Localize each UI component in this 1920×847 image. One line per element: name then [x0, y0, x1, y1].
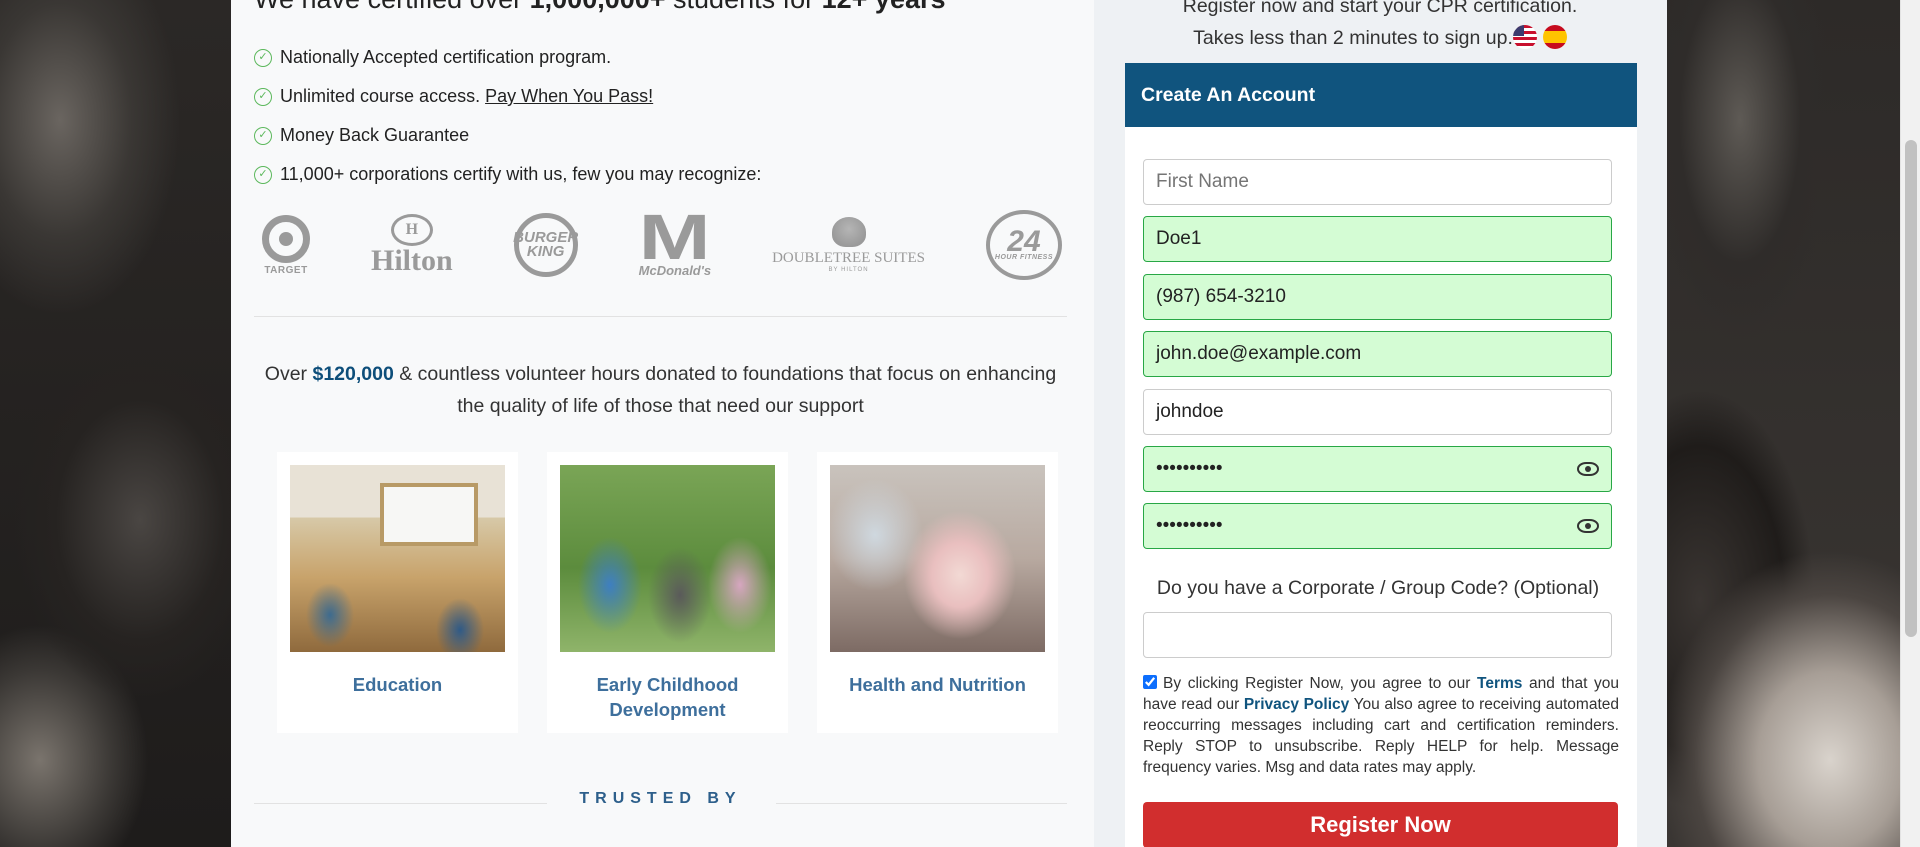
pay-when-you-pass-link[interactable]: Pay When You Pass! — [485, 86, 653, 107]
donation-statement: Over $120,000 & countless volunteer hour… — [264, 363, 1057, 417]
privacy-policy-link[interactable]: Privacy Policy — [1244, 696, 1349, 713]
username-field[interactable]: johndoe — [1143, 389, 1612, 435]
terms-checkbox[interactable] — [1143, 675, 1157, 689]
check-circle-icon: ✓ — [254, 165, 272, 184]
group-code-label: Do you have a Corporate / Group Code? (O… — [1156, 577, 1600, 599]
classroom-photo — [290, 465, 505, 652]
check-circle-icon: ✓ — [254, 126, 272, 145]
terms-link[interactable]: Terms — [1477, 675, 1522, 692]
benefit-item: ✓ 11,000+ corporations certify with us, … — [254, 155, 761, 194]
eye-icon[interactable] — [1577, 459, 1599, 479]
target-logo: TARGET — [262, 214, 310, 276]
mcdonalds-logo: M McDonald's — [638, 200, 712, 279]
group-code-field[interactable] — [1143, 612, 1612, 658]
corporate-logos: TARGET H Hilton BURGER KING M McDonald's… — [262, 205, 1062, 285]
hilton-logo: H Hilton — [371, 214, 453, 276]
first-name-field[interactable]: First Name — [1143, 159, 1612, 205]
children-playing-photo — [560, 465, 775, 652]
background-photo-left — [0, 0, 231, 847]
email-field[interactable]: john.doe@example.com — [1143, 331, 1612, 377]
foundation-card-health: Health and Nutrition — [817, 452, 1058, 733]
password-field[interactable]: •••••••••• — [1143, 446, 1612, 492]
doubletree-logo: DOUBLETREE SUITES BY HILTON — [772, 217, 925, 273]
benefit-item: ✓ Nationally Accepted certification prog… — [254, 38, 761, 77]
benefit-item: ✓ Money Back Guarantee — [254, 116, 761, 155]
register-now-button[interactable]: Register Now — [1143, 802, 1618, 847]
confirm-password-field[interactable]: •••••••••• — [1143, 503, 1612, 549]
foundation-card-early-childhood: Early Childhood Development — [547, 452, 788, 733]
foundation-card-education: Education — [277, 452, 518, 733]
section-divider — [254, 316, 1067, 317]
register-intro: Register now and start your CPR certific… — [1182, 0, 1578, 49]
benefit-item: ✓ Unlimited course access. Pay When You … — [254, 77, 761, 116]
form-title: Create An Account — [1125, 63, 1637, 127]
eye-icon[interactable] — [1577, 516, 1599, 536]
baby-checkup-photo — [830, 465, 1045, 652]
us-flag-icon[interactable] — [1512, 25, 1537, 49]
trusted-by-heading: TRUSTED BY — [254, 790, 1067, 810]
page-scrollbar[interactable] — [1900, 0, 1920, 847]
benefits-list: ✓ Nationally Accepted certification prog… — [254, 38, 761, 194]
check-circle-icon: ✓ — [254, 48, 272, 67]
last-name-field[interactable]: Doe1 — [1143, 216, 1612, 262]
24-hour-fitness-logo: 24 HOUR FITNESS — [985, 210, 1062, 280]
burger-king-logo: BURGER KING — [513, 213, 578, 277]
spain-flag-icon[interactable] — [1542, 25, 1567, 49]
phone-field[interactable]: (987) 654-3210 — [1143, 274, 1612, 320]
check-circle-icon: ✓ — [254, 87, 272, 106]
scrollbar-thumb[interactable] — [1905, 140, 1917, 637]
background-photo-right — [1660, 0, 1900, 847]
terms-agreement: By clicking Register Now, you agree to o… — [1143, 675, 1620, 776]
foundation-cards: Education Early Childhood Development He… — [277, 452, 1087, 733]
certified-headline: We have certified over 1,000,000+ studen… — [254, 0, 946, 15]
